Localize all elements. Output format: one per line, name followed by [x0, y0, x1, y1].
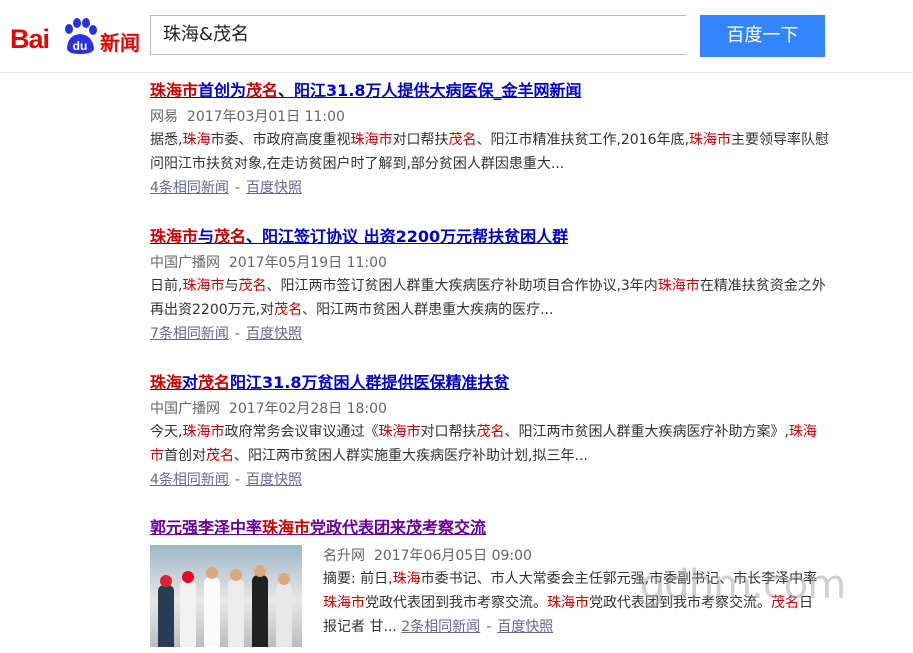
keyword-highlight: 珠海市 [150, 227, 199, 246]
keyword-highlight: 珠海 [150, 373, 183, 392]
result-links: 7条相同新闻 - 百度快照 [150, 326, 302, 342]
text-segment: 市委、市政府高度重视 [210, 132, 351, 148]
search-input[interactable]: 珠海&茂名 [150, 15, 686, 55]
text-segment: 政府常务会议审议通过《 [224, 424, 379, 440]
keyword-highlight: 珠海市 [657, 278, 700, 294]
logo-text-du: du [73, 39, 88, 53]
keyword-highlight: 茂名 [448, 132, 477, 148]
result-title-link[interactable]: 珠海市首创为茂名、阳江31.8万人提供大病医保_金羊网新闻 [150, 80, 850, 102]
keyword-highlight: 茂名 [206, 448, 234, 464]
text-segment: 、阳江签订协议 出资2200万元帮扶贫困人群 [246, 227, 569, 246]
text-segment: 对 [182, 373, 199, 392]
keyword-highlight: 珠海市 [323, 595, 365, 611]
keyword-highlight: 珠海市 [688, 132, 731, 148]
keyword-highlight: 茂名 [198, 373, 231, 392]
snapshot-link[interactable]: 百度快照 [497, 619, 553, 635]
related-news-link[interactable]: 7条相同新闻 [150, 326, 229, 342]
result-title-link[interactable]: 珠海对茂名阳江31.8万贫困人群提供医保精准扶贫 [150, 372, 850, 394]
keyword-highlight: 茂名 [476, 424, 505, 440]
text-segment: 今天, [150, 424, 183, 440]
result-time: 2017年02月28日 18:00 [228, 401, 387, 417]
text-segment: 对口帮扶 [420, 424, 477, 440]
related-news-link[interactable]: 4条相同新闻 [150, 472, 229, 488]
logo-text-bai: Bai [10, 24, 50, 54]
text-segment: 与 [198, 227, 215, 246]
result-time: 2017年05月19日 11:00 [228, 255, 387, 271]
text-segment: 与 [224, 278, 239, 294]
result-item-3: 珠海对茂名阳江31.8万贫困人群提供医保精准扶贫 中国广播网 2017年02月2… [150, 372, 850, 492]
keyword-highlight: 珠海市 [350, 132, 393, 148]
text-segment: 阳江31.8万贫困人群提供医保精准扶贫 [230, 373, 510, 392]
keyword-highlight: 珠海市 [182, 278, 225, 294]
result-time: 2017年06月05日 09:00 [373, 548, 532, 564]
text-segment: 对口帮扶 [392, 132, 449, 148]
logo-news-text: 新闻 [100, 31, 140, 55]
result-abstract: 日前,珠海市与茂名、阳江两市签订贫困人群重大疾病医疗补助项目合作协议,3年内珠海… [150, 274, 830, 322]
result-source: 中国广播网 [150, 255, 220, 271]
result-abstract: 据悉,珠海市委、市政府高度重视珠海市对口帮扶茂名、阳江市精准扶贫工作,2016年… [150, 128, 830, 176]
keyword-highlight: 珠海市 [547, 595, 589, 611]
keyword-highlight: 珠海市 [378, 424, 421, 440]
related-news-link[interactable]: 2条相同新闻 [401, 619, 480, 635]
paw-icon: du [65, 18, 97, 54]
keyword-highlight: 珠海市 [150, 81, 199, 100]
text-segment: 、阳江两市贫困人群实施重大疾病医疗补助计划,拟三年... [234, 448, 588, 464]
watermark: gdhm.com [640, 562, 846, 608]
text-segment: 、阳江两市签订贫困人群重大疾病医疗补助项目合作协议,3年内 [266, 278, 658, 294]
baidu-news-logo[interactable]: Bai du 新闻 [10, 10, 140, 60]
snapshot-link[interactable]: 百度快照 [246, 326, 302, 342]
result-meta: 中国广播网 2017年02月28日 18:00 [150, 398, 850, 420]
text-segment: 、阳江两市贫困人群重大疾病医疗补助方案》, [504, 424, 789, 440]
result-links: 4条相同新闻 - 百度快照 [150, 180, 302, 196]
result-links: 4条相同新闻 - 百度快照 [150, 472, 302, 488]
keyword-highlight: 珠海市 [262, 518, 311, 537]
result-source: 中国广播网 [150, 401, 220, 417]
result-time: 2017年03月01日 11:00 [186, 109, 345, 125]
result-abstract: 今天,珠海市政府常务会议审议通过《珠海市对口帮扶茂名、阳江两市贫困人群重大疾病医… [150, 420, 830, 468]
keyword-highlight: 茂名 [214, 227, 247, 246]
related-news-link[interactable]: 4条相同新闻 [150, 180, 229, 196]
result-item-1: 珠海市首创为茂名、阳江31.8万人提供大病医保_金羊网新闻 网易 2017年03… [150, 80, 850, 200]
result-meta: 中国广播网 2017年05月19日 11:00 [150, 252, 850, 274]
text-segment: 日前, [150, 278, 183, 294]
result-item-2: 珠海市与茂名、阳江签订协议 出资2200万元帮扶贫困人群 中国广播网 2017年… [150, 226, 850, 346]
text-segment: 首创为 [198, 81, 247, 100]
snapshot-link[interactable]: 百度快照 [246, 472, 302, 488]
text-segment: 党政代表团到我市考察交流。 [365, 595, 547, 611]
keyword-highlight: 茂名 [246, 81, 279, 100]
search-button[interactable]: 百度一下 [700, 15, 825, 57]
text-segment: 、阳江市精准扶贫工作,2016年底, [476, 132, 689, 148]
snapshot-link[interactable]: 百度快照 [246, 180, 302, 196]
keyword-highlight: 茂名 [274, 302, 303, 318]
text-segment: 首创对 [164, 448, 206, 464]
text-segment: 据悉, [150, 132, 183, 148]
text-segment: 摘要: 前日, [323, 571, 393, 587]
keyword-highlight: 珠海市 [182, 424, 225, 440]
result-thumbnail[interactable] [150, 545, 302, 647]
text-segment: 党政代表团来茂考察交流 [310, 518, 487, 537]
keyword-highlight: 茂名 [238, 278, 267, 294]
text-segment: 、阳江两市贫困人群患重大疾病的医疗... [302, 302, 554, 318]
text-segment: 郭元强李泽中率 [150, 518, 263, 537]
result-source: 名升网 [323, 548, 365, 564]
header: Bai du 新闻 珠海&茂名 百度一下 [0, 0, 913, 73]
result-source: 网易 [150, 109, 178, 125]
result-title-link[interactable]: 郭元强李泽中率珠海市党政代表团来茂考察交流 [150, 517, 850, 539]
text-segment: 、阳江31.8万人提供大病医保_金羊网新闻 [278, 81, 582, 100]
result-meta: 网易 2017年03月01日 11:00 [150, 106, 850, 128]
result-item-4: 郭元强李泽中率珠海市党政代表团来茂考察交流 名升网 2017年06月05日 09… [150, 517, 850, 647]
keyword-highlight: 珠海 [392, 571, 421, 587]
result-title-link[interactable]: 珠海市与茂名、阳江签订协议 出资2200万元帮扶贫困人群 [150, 226, 850, 248]
keyword-highlight: 珠海 [182, 132, 211, 148]
